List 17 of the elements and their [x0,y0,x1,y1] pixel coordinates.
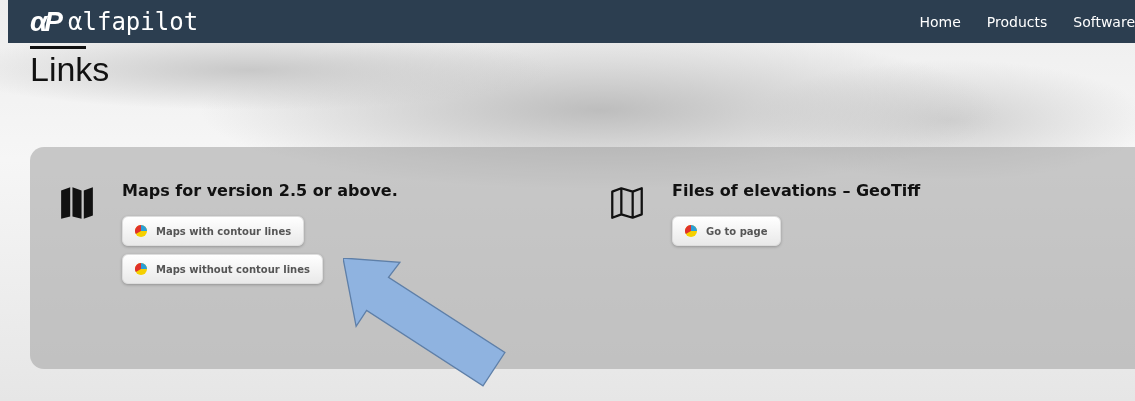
brand-name[interactable]: αlfapilot [68,7,199,36]
link-button[interactable]: Maps with contour lines [122,216,305,246]
colored-ball-icon [135,263,147,275]
nav-link[interactable]: Software [1073,13,1135,30]
colored-ball-icon [685,225,697,237]
section-title: Files of elevations – GeoTiff [672,181,921,200]
map-icon [610,186,644,220]
heading-rule [30,46,86,49]
nav-link[interactable]: Home [919,13,961,30]
colored-ball-icon [135,225,147,237]
section-title: Maps for version 2.5 or above. [122,181,398,200]
logo-mark[interactable]: αP [30,5,61,38]
link-button[interactable]: Go to page [672,216,781,246]
page-heading: Links [30,49,110,89]
link-button[interactable]: Maps without contour lines [122,254,323,284]
map-icon [60,186,94,220]
nav-link[interactable]: Products [986,13,1048,30]
